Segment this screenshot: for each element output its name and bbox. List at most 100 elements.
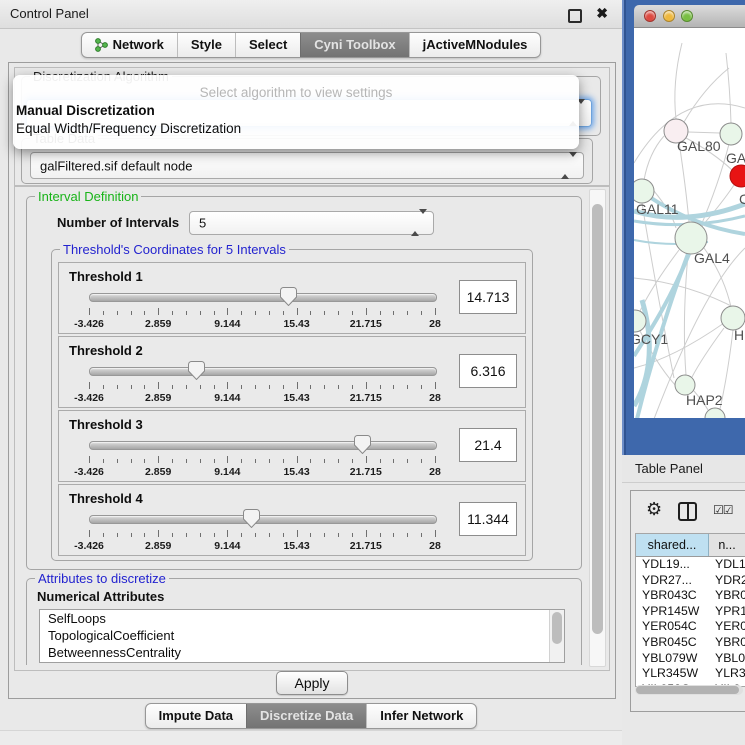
cell-shared-name[interactable]: YDR27... (636, 573, 709, 589)
cell-name[interactable]: YER0 (709, 619, 745, 635)
table-row[interactable]: YLR345WYLR3 (636, 666, 745, 682)
threshold-slider[interactable]: -3.4262.8599.14415.4321.71528 (89, 287, 435, 331)
list-scrollbar[interactable] (549, 610, 564, 662)
minimize-traffic-light[interactable] (663, 10, 675, 22)
threshold-value-field[interactable]: 14.713 (459, 280, 517, 314)
network-node-label: GAL11 (636, 201, 679, 217)
network-window-titlebar[interactable] (634, 5, 745, 28)
threshold-value-field[interactable]: 11.344 (459, 502, 517, 536)
column-header-shared-name[interactable]: shared... (636, 534, 709, 556)
scrollbar-thumb[interactable] (636, 686, 739, 694)
slider-track[interactable] (89, 515, 437, 524)
slider-ticks (89, 530, 435, 538)
network-edge[interactable] (688, 132, 720, 133)
network-node[interactable] (730, 165, 745, 187)
attribute-list-item[interactable]: SelfLoops (40, 610, 564, 627)
table-row[interactable]: YDR27...YDR2 (636, 573, 745, 589)
attribute-list-item[interactable]: BetweennessCentrality (40, 644, 564, 661)
close-icon[interactable]: ✖ (596, 5, 608, 22)
number-of-intervals-combobox[interactable]: 5 (189, 211, 434, 235)
tab-label: jActiveMNodules (423, 33, 528, 57)
tab-jactivemnodules[interactable]: jActiveMNodules (409, 33, 541, 57)
cell-name[interactable]: YDL1 (709, 557, 745, 573)
table-row[interactable]: YPR145WYPR1 (636, 604, 745, 620)
dropdown-option-equal-width[interactable]: Equal Width/Frequency Discretization (16, 121, 579, 136)
cell-name[interactable]: YBR0 (709, 635, 745, 651)
cell-name[interactable]: YPR1 (709, 604, 745, 620)
tab-discretize-data[interactable]: Discretize Data (246, 704, 366, 728)
threshold-value-field[interactable]: 6.316 (459, 354, 517, 388)
gear-icon[interactable]: ⚙ (646, 499, 662, 519)
cell-name[interactable]: YDR2 (709, 573, 745, 589)
table-data-combobox[interactable]: galFiltered.sif default node (30, 152, 584, 179)
cell-shared-name[interactable]: YBL079W (636, 651, 709, 667)
attribute-list-item[interactable]: TopologicalCoefficient (40, 627, 564, 644)
scale-tick-label: 9.144 (214, 540, 240, 552)
tab-select[interactable]: Select (235, 33, 300, 57)
cell-name[interactable]: YBL0 (709, 651, 745, 667)
network-node[interactable] (720, 123, 742, 145)
close-traffic-light[interactable] (644, 10, 656, 22)
tab-network[interactable]: Network (82, 33, 177, 57)
network-edge[interactable] (644, 136, 664, 180)
slider-track[interactable] (89, 293, 437, 302)
tab-style[interactable]: Style (177, 33, 235, 57)
table-row[interactable]: YBR045CYBR0 (636, 635, 745, 651)
zoom-traffic-light[interactable] (681, 10, 693, 22)
tab-infer-network[interactable]: Infer Network (366, 704, 476, 728)
select-columns-checkboxes-icon[interactable]: ☑☑ (713, 503, 733, 517)
cell-shared-name[interactable]: YDL19... (636, 557, 709, 573)
settings-vertical-scrollbar[interactable] (589, 189, 606, 667)
table-header-row: shared... n... (636, 534, 745, 557)
cell-shared-name[interactable]: YBR045C (636, 635, 709, 651)
cell-name[interactable]: YLR3 (709, 666, 745, 682)
slider-thumb[interactable] (354, 435, 371, 454)
network-edge[interactable] (675, 43, 682, 119)
network-edge[interactable] (684, 68, 729, 122)
dropdown-placeholder-item[interactable]: Select algorithm to view settings (13, 75, 579, 100)
interval-definition-group: Interval Definition Number of Intervals … (26, 196, 582, 570)
tab-impute-data[interactable]: Impute Data (146, 704, 246, 728)
network-edge[interactable] (679, 142, 689, 222)
cell-shared-name[interactable]: YLR345W (636, 666, 709, 682)
table-row[interactable]: YBR043CYBR0 (636, 588, 745, 604)
cell-shared-name[interactable]: YPR145W (636, 604, 709, 620)
panel-footer (0, 730, 622, 745)
tab-cyni-toolbox[interactable]: Cyni Toolbox (300, 33, 408, 57)
columns-icon[interactable] (678, 502, 697, 521)
slider-track[interactable] (89, 367, 437, 376)
network-edge[interactable] (692, 328, 724, 377)
table-horizontal-scrollbar[interactable] (635, 685, 743, 695)
algorithm-dropdown-popup: Select algorithm to view settings Manual… (13, 75, 579, 149)
slider-track[interactable] (89, 441, 437, 450)
apply-button[interactable]: Apply (276, 671, 348, 695)
table-row[interactable]: YBL079WYBL0 (636, 651, 745, 667)
column-header-name[interactable]: n... (709, 534, 745, 556)
table-row[interactable]: YER054CYER0 (636, 619, 745, 635)
combo-value: galFiltered.sif default node (40, 158, 192, 173)
slider-thumb[interactable] (280, 287, 297, 306)
float-window-icon[interactable] (568, 9, 582, 23)
network-edge[interactable] (726, 53, 731, 123)
settings-scroll-area: Interval Definition Number of Intervals … (14, 185, 610, 671)
scrollbar-thumb[interactable] (552, 612, 562, 644)
threshold-slider[interactable]: -3.4262.8599.14415.4321.71528 (89, 509, 435, 553)
cell-shared-name[interactable]: YER054C (636, 619, 709, 635)
threshold-slider[interactable]: -3.4262.8599.14415.4321.71528 (89, 361, 435, 405)
threshold-slider[interactable]: -3.4262.8599.14415.4321.71528 (89, 435, 435, 479)
network-edge[interactable] (684, 254, 688, 375)
slider-scale-labels: -3.4262.8599.14415.4321.71528 (89, 466, 435, 478)
table-row[interactable]: YDL19...YDL1 (636, 557, 745, 573)
scrollbar-thumb[interactable] (592, 204, 603, 634)
network-view-canvas[interactable]: GAL80GALCGAL11GAL4GCY1HHAP2 (634, 28, 745, 418)
network-node[interactable] (634, 179, 654, 203)
cell-shared-name[interactable]: YBR043C (636, 588, 709, 604)
combo-stepper-icon (411, 214, 427, 232)
threshold-value-field[interactable]: 21.4 (459, 428, 517, 462)
cell-name[interactable]: YBR0 (709, 588, 745, 604)
slider-thumb[interactable] (243, 509, 260, 528)
slider-thumb[interactable] (188, 361, 205, 380)
dropdown-option-manual-discretization[interactable]: Manual Discretization (16, 103, 579, 118)
apply-row: Apply (9, 671, 615, 697)
network-edge[interactable] (642, 203, 674, 378)
